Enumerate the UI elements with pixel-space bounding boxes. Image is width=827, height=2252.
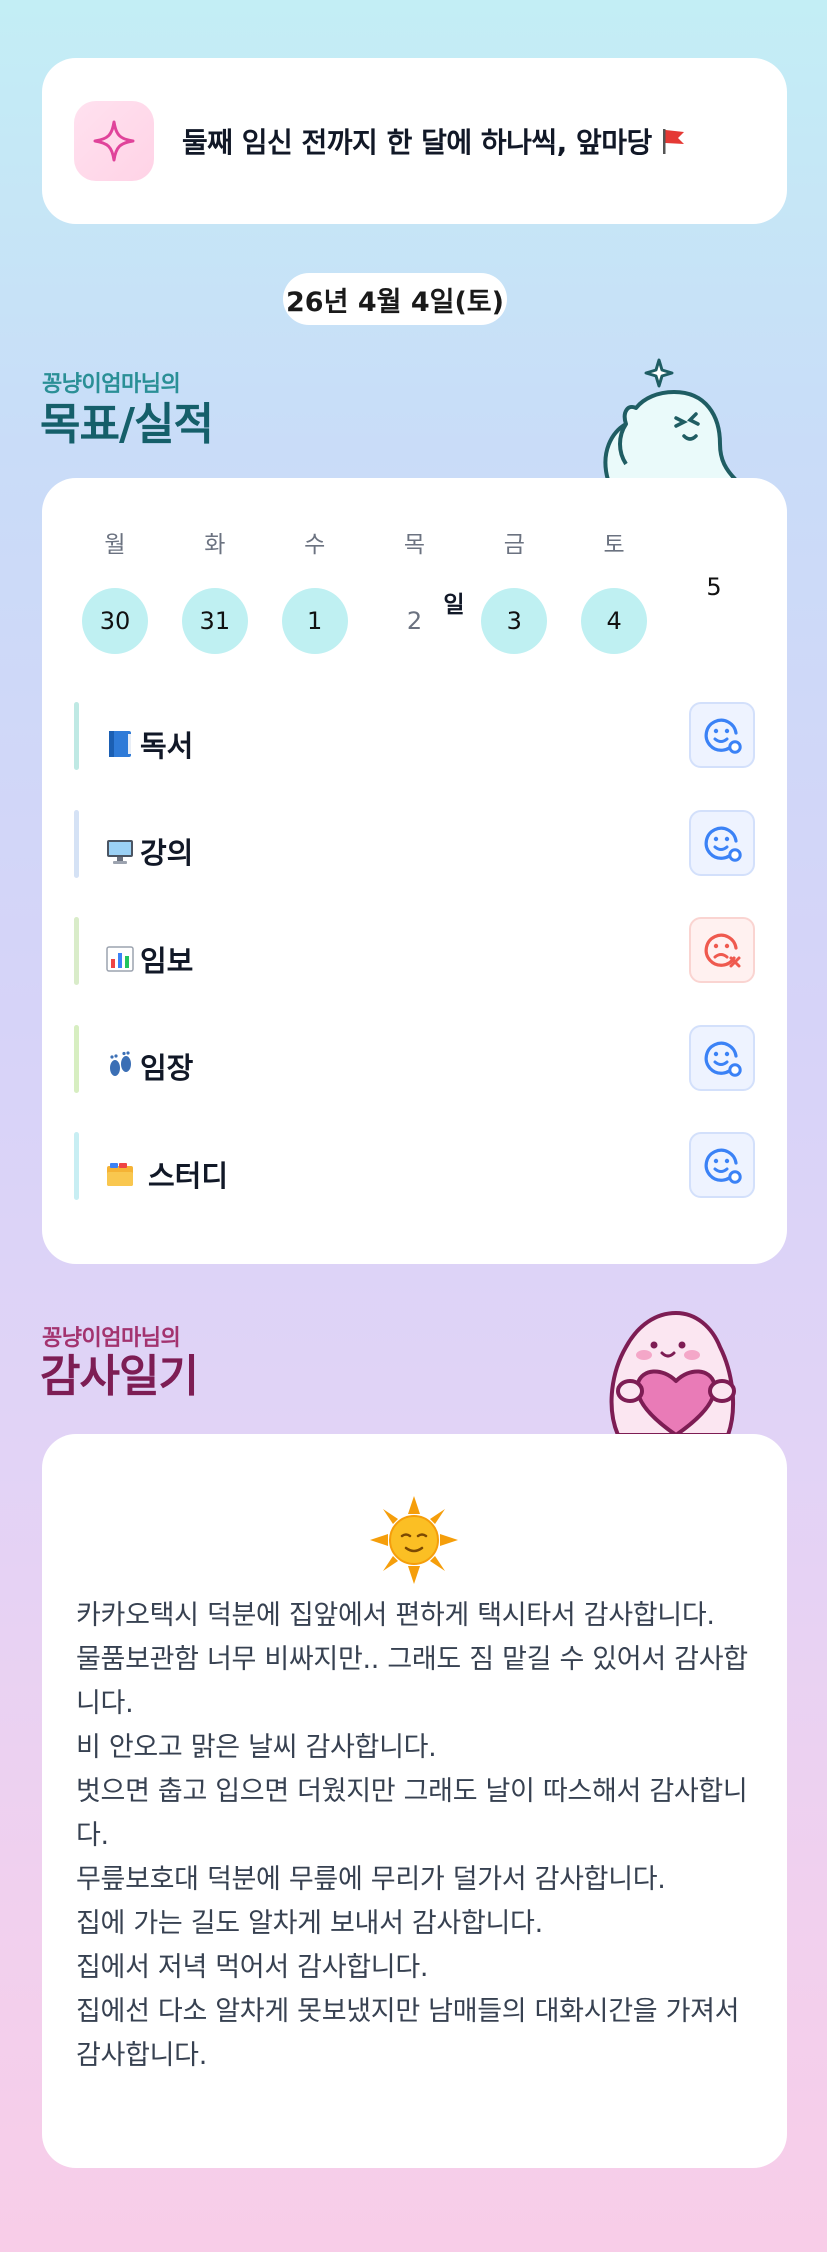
- task-row-report[interactable]: 임보: [74, 905, 755, 1013]
- red-flag-icon: [658, 126, 688, 156]
- task-color-bar: [74, 702, 79, 770]
- calendar-day[interactable]: 화 31: [181, 528, 248, 654]
- task-status-done-icon[interactable]: [689, 1024, 755, 1091]
- diary-line: 집에서 저녁 먹어서 감사합니다.: [76, 1952, 429, 1983]
- task-row-field-visit[interactable]: 임장: [74, 1013, 755, 1121]
- card-index-dividers-icon: [104, 1158, 136, 1190]
- task-label: 임보: [140, 943, 194, 978]
- goals-card: 월 30 화 31 수 1 목 2 금 3 토 4 일 5 독서 강의 임보 임…: [42, 478, 787, 1264]
- task-label: 강의: [140, 836, 194, 871]
- diary-line: 벗으면 춥고 입으면 더웠지만 그래도 날이 따스해서 감사합니다.: [76, 1776, 748, 1851]
- task-row-reading[interactable]: 독서: [74, 690, 755, 798]
- diary-line: 집에선 다소 알차게 못보냈지만 남매들의 대화시간을 가져서 감사합니다.: [76, 1996, 740, 2071]
- calendar-day[interactable]: 수 1: [281, 528, 348, 654]
- task-color-bar: [74, 1132, 79, 1200]
- diary-line: 카카오택시 덕분에 집앞에서 편하게 택시타서 감사합니다.: [76, 1600, 715, 1631]
- task-color-bar: [74, 1024, 79, 1093]
- date-circle: 31: [181, 588, 248, 654]
- weekday-label: 목: [403, 532, 426, 558]
- task-row-study[interactable]: 스터디: [74, 1120, 755, 1228]
- sparkle-icon: [74, 101, 154, 181]
- weekday-label: 토: [603, 532, 625, 558]
- goal-card[interactable]: 둘째 임신 전까지 한 달에 하나씩, 앞마당: [42, 58, 787, 224]
- weekday-label: 월: [104, 532, 126, 558]
- mascot-cheering-icon: [598, 352, 748, 482]
- diary-line: 무릎보호대 덕분에 무릎에 무리가 덜가서 감사합니다.: [76, 1864, 666, 1895]
- diary-line: 집에 가는 길도 알차게 보내서 감사합니다.: [76, 1908, 543, 1939]
- calendar-day[interactable]: 일 5: [443, 528, 747, 654]
- task-status-done-icon[interactable]: [689, 809, 755, 876]
- weekday-label: 금: [503, 532, 525, 558]
- computer-monitor-icon: [104, 835, 136, 867]
- task-row-lecture[interactable]: 강의: [74, 798, 755, 906]
- gratitude-diary-text: 카카오택시 덕분에 집앞에서 편하게 택시타서 감사합니다. 물품보관함 너무 …: [76, 1594, 753, 2078]
- weekday-label: 일: [443, 592, 465, 618]
- date-selector[interactable]: 26년 4월 4일(토): [283, 273, 507, 325]
- goals-section-title: 목표/실적: [40, 399, 214, 450]
- sun-with-face-icon: [368, 1494, 460, 1586]
- task-status-done-icon[interactable]: [689, 702, 755, 768]
- goal-text: 둘째 임신 전까지 한 달에 하나씩, 앞마당: [182, 121, 688, 161]
- date-circle: 4: [581, 588, 648, 654]
- diary-line: 비 안오고 맑은 날씨 감사합니다.: [76, 1732, 437, 1763]
- task-label: 스터디: [148, 1158, 229, 1193]
- date-circle: 5: [706, 573, 722, 601]
- gratitude-section-title: 감사일기: [40, 1351, 199, 1402]
- mascot-heart-icon: [596, 1307, 756, 1437]
- task-status-done-icon[interactable]: [689, 1132, 755, 1198]
- gratitude-card: 카카오택시 덕분에 집앞에서 편하게 택시타서 감사합니다. 물품보관함 너무 …: [42, 1434, 787, 2168]
- task-color-bar: [74, 917, 79, 985]
- week-calendar: 월 30 화 31 수 1 목 2 금 3 토 4 일 5: [82, 528, 747, 654]
- diary-line: 물품보관함 너무 비싸지만.. 그래도 짐 맡길 수 있어서 감사합니다.: [76, 1644, 748, 1719]
- date-circle: 30: [82, 588, 148, 654]
- task-color-bar: [74, 809, 79, 878]
- task-status-missed-icon[interactable]: [689, 917, 755, 983]
- weekday-label: 수: [304, 532, 326, 558]
- task-label: 임장: [140, 1051, 194, 1086]
- bar-chart-icon: [104, 943, 136, 975]
- calendar-day[interactable]: 토 4: [581, 528, 648, 654]
- blue-book-icon: [104, 728, 136, 760]
- task-label: 독서: [140, 728, 194, 763]
- footprints-icon: [104, 1050, 136, 1082]
- calendar-day[interactable]: 월 30: [82, 528, 148, 654]
- date-circle: 1: [281, 588, 348, 654]
- weekday-label: 화: [204, 532, 226, 558]
